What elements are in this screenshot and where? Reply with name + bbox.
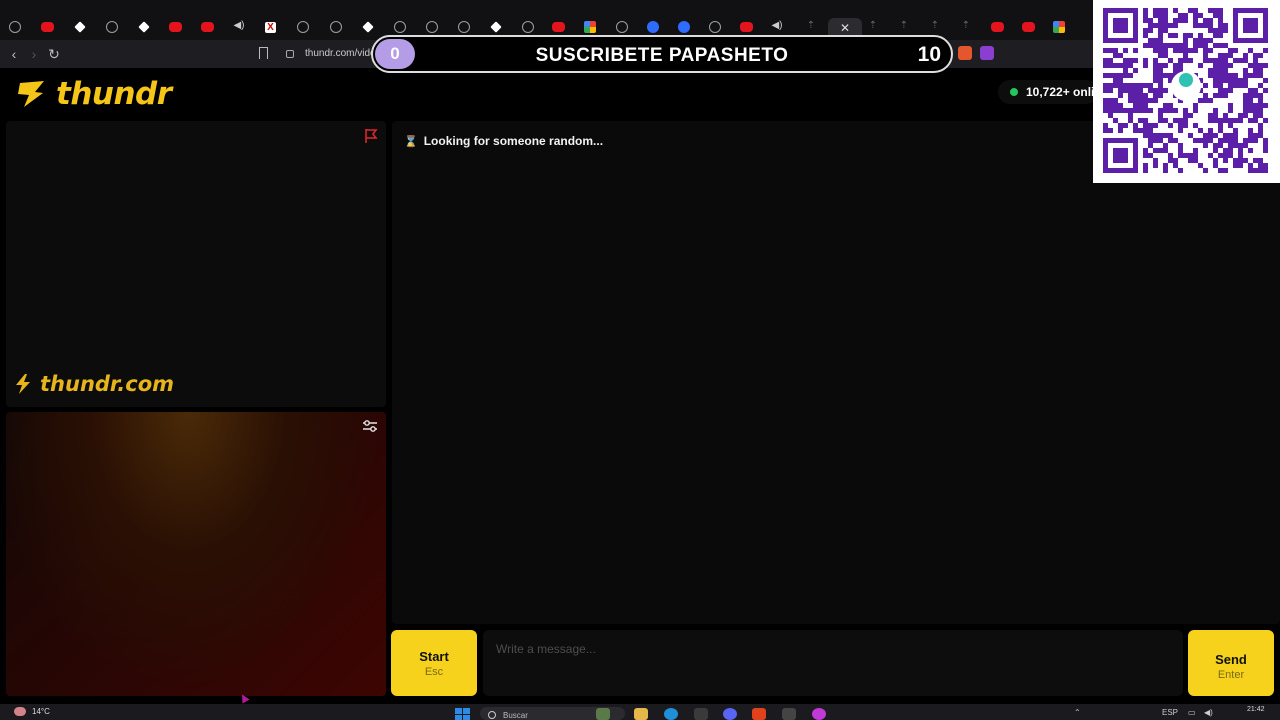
youtube-tab-icon[interactable] [169, 22, 182, 32]
windows-start-icon[interactable] [455, 708, 470, 720]
tab-favicon-icon[interactable] [106, 21, 118, 33]
youtube-tab-icon[interactable] [41, 22, 54, 32]
file-explorer-icon[interactable] [634, 708, 648, 720]
video-settings-icon[interactable] [362, 418, 378, 434]
tab-favicon-icon[interactable] [647, 21, 659, 33]
message-input[interactable] [483, 630, 1183, 696]
qr-code-icon [1103, 8, 1268, 173]
brave-shield-icon[interactable] [958, 46, 972, 60]
report-flag-icon[interactable] [364, 128, 378, 144]
logo-text: thundr [56, 76, 172, 112]
taskbar-app-icon[interactable] [782, 708, 796, 720]
language-indicator[interactable]: ESP [1162, 708, 1178, 717]
bookmark-icon[interactable] [259, 47, 268, 59]
tab-favicon-icon[interactable] [709, 21, 721, 33]
watermark-text: thundr.com [40, 372, 175, 396]
muted-tab-icon[interactable]: ◀) [770, 19, 784, 33]
brave-rewards-icon[interactable] [980, 46, 994, 60]
browser-tab-strip: ◀) X ◀) ⇡ ✕ ⇡ ⇡ ⇡ ⇡ [0, 0, 1280, 40]
send-shortcut: Enter [1217, 669, 1245, 681]
send-label: Send [1215, 652, 1247, 667]
discord-icon[interactable] [723, 708, 737, 720]
tab-favicon-icon[interactable] [426, 21, 438, 33]
subscribe-banner: 0 SUSCRIBETE PAPASHETO 10 [371, 35, 953, 73]
taskbar-app-icon[interactable] [812, 708, 826, 720]
banner-counter-right: 10 [917, 43, 941, 66]
online-status-dot [1010, 88, 1018, 96]
thundr-watermark: thundr.com [12, 372, 174, 396]
start-button[interactable]: Start Esc [391, 630, 477, 696]
chat-panel [392, 121, 1280, 624]
tab-favicon-icon[interactable] [490, 21, 502, 33]
tab-favicon-icon[interactable] [584, 21, 596, 33]
yape-qr-code [1093, 0, 1280, 183]
bolt-watermark-icon [16, 374, 30, 394]
youtube-tab-icon[interactable] [991, 22, 1004, 32]
store-icon[interactable] [694, 708, 708, 720]
tab-favicon-icon[interactable] [138, 21, 150, 33]
tab-favicon-icon[interactable] [522, 21, 534, 33]
self-video-panel [6, 412, 386, 696]
tab-favicon-icon[interactable]: ⇡ [959, 19, 973, 33]
youtube-tab-icon[interactable] [552, 22, 565, 32]
tray-chevron-icon[interactable]: ⌃ [1074, 708, 1081, 717]
tab-favicon-icon[interactable] [297, 21, 309, 33]
taskbar-clock: 21:42 [1247, 706, 1265, 713]
network-icon[interactable]: ▭ [1188, 708, 1196, 717]
tab-favicon-icon[interactable] [9, 21, 21, 33]
youtube-tab-icon[interactable] [201, 22, 214, 32]
weather-icon[interactable] [14, 707, 26, 716]
tab-favicon-icon[interactable] [74, 21, 86, 33]
tab-favicon-icon[interactable] [362, 21, 374, 33]
youtube-tab-icon[interactable] [740, 22, 753, 32]
banner-text: SUSCRIBETE PAPASHETO [535, 45, 789, 66]
forward-icon[interactable]: › [25, 45, 43, 63]
site-info-icon[interactable] [286, 50, 294, 58]
status-text: Looking for someone random... [423, 134, 604, 148]
tab-favicon-icon[interactable] [394, 21, 406, 33]
tab-favicon-icon[interactable] [330, 21, 342, 33]
tab-favicon-icon[interactable]: ⇡ [928, 19, 942, 33]
tab-favicon-icon[interactable] [616, 21, 628, 33]
hourglass-icon: ⌛ [404, 135, 418, 148]
x-tab-icon[interactable]: X [265, 22, 276, 33]
volume-icon[interactable]: ◀) [1204, 708, 1213, 717]
brave-icon[interactable] [752, 708, 766, 720]
youtube-tab-icon[interactable] [1022, 22, 1035, 32]
start-shortcut: Esc [424, 666, 444, 678]
tab-favicon-icon[interactable]: ⇡ [866, 19, 880, 33]
start-label: Start [419, 649, 449, 664]
stranger-video-panel [6, 121, 386, 407]
tab-favicon-icon[interactable] [458, 21, 470, 33]
back-icon[interactable]: ‹ [5, 45, 23, 63]
send-button[interactable]: Send Enter [1188, 630, 1274, 696]
tab-favicon-icon[interactable]: ⇡ [897, 19, 911, 33]
audio-tab-icon[interactable]: ◀) [232, 19, 246, 33]
bolt-logo-icon [18, 81, 44, 107]
edge-icon[interactable] [664, 708, 678, 720]
chat-status: ⌛ Looking for someone random... [404, 134, 603, 148]
weather-temperature: 14°C [32, 707, 50, 716]
tab-favicon-icon[interactable] [1053, 21, 1065, 33]
taskbar-search-text: Buscar [503, 711, 528, 720]
thundr-logo[interactable]: thundr [16, 74, 172, 114]
tab-favicon-icon[interactable]: ⇡ [804, 19, 818, 33]
online-counter: 10,722+ onli [998, 80, 1098, 104]
taskbar-app-icon[interactable] [596, 708, 610, 720]
tab-favicon-icon[interactable] [678, 21, 690, 33]
search-icon [488, 711, 496, 719]
online-count: 10,722+ onli [1026, 85, 1095, 99]
reload-icon[interactable]: ↻ [45, 45, 63, 63]
